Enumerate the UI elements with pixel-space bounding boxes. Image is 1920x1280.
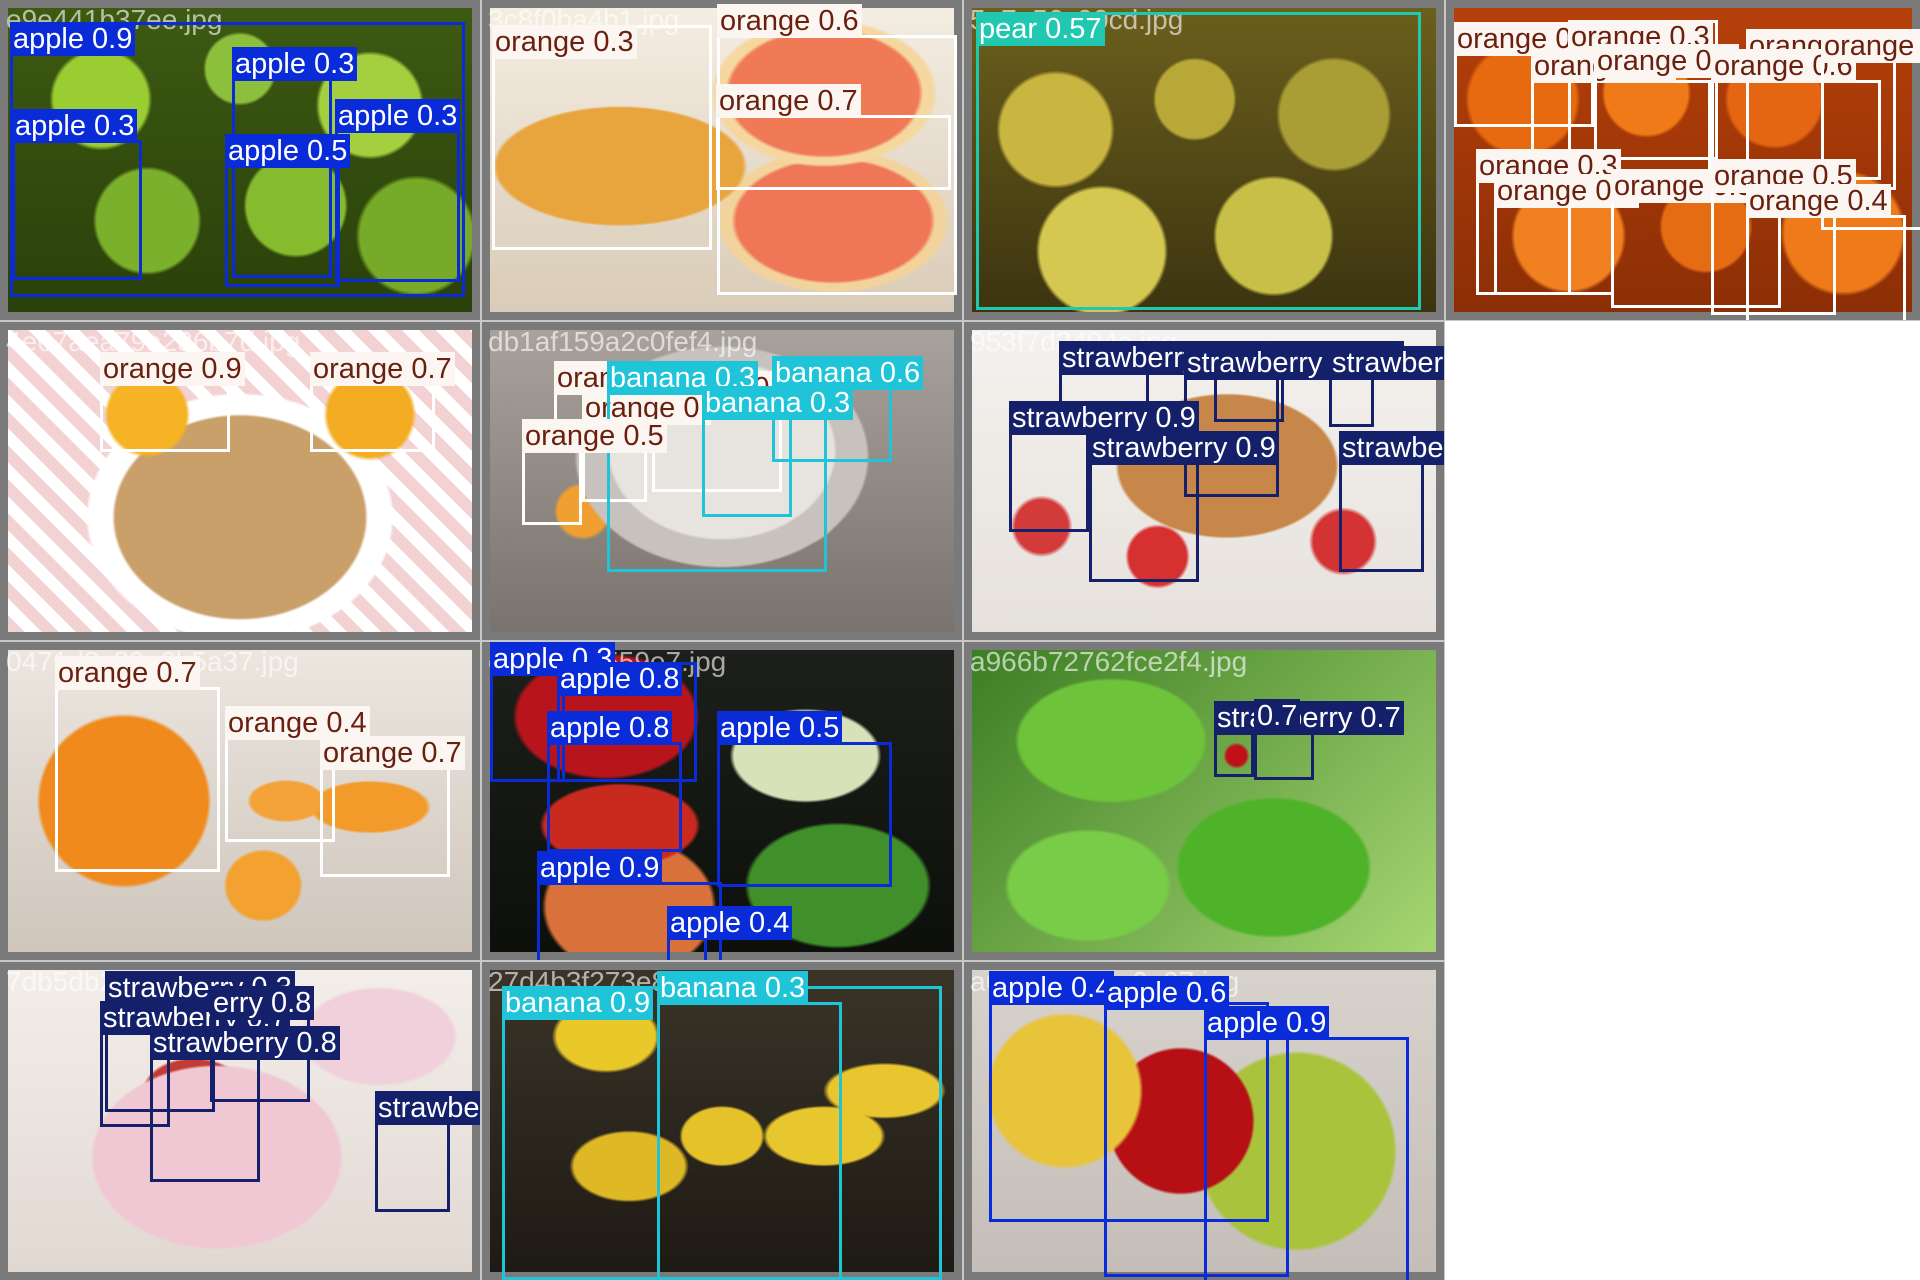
detection-label: apple 0.3 — [335, 99, 461, 133]
detection-box-apple: apple 0.8 — [547, 711, 682, 852]
tile-wild-strawberry: a966b72762fce2f4.jpg strawberry 0.7 0.7 — [963, 641, 1445, 961]
detection-label: orange 0.4 — [225, 706, 370, 740]
tile-grapefruit: 3c8f0ba4b1.jpg orange 0.3 orange 0.6 orange… — [481, 0, 963, 321]
detection-label: banana 0.3 — [657, 971, 809, 1005]
detection-label: strawberry 0.8 — [150, 1026, 340, 1060]
detection-box-orange: orange 0.4 — [225, 706, 370, 842]
photo-wild-strawberry — [972, 650, 1436, 952]
detection-label: orange 0.5 — [522, 419, 667, 453]
detection-box-pear: pear 0.57 — [976, 12, 1421, 310]
detection-label: banana 0.3 — [702, 386, 854, 420]
detection-box-strawberry: strawberry 0.9 — [1089, 431, 1279, 582]
detection-label: banana 0.9 — [502, 986, 654, 1020]
detection-label: 0.7 — [1254, 699, 1301, 733]
detection-box-orange: orange 0.7 — [320, 736, 465, 877]
tile-green-apples: e9e441b37ee.jpg apple 0.9 apple 0.3 apple 0… — [0, 0, 481, 321]
detection-box-orange: orange 0.3 — [492, 25, 712, 250]
detection-label: apple 0.4 — [989, 971, 1115, 1005]
detection-label: apple 0.9 — [537, 851, 663, 885]
tile-heart-apples: a6fa6e87c3a6a07.jpgapple 0.4apple 0.6app… — [963, 961, 1445, 1280]
detection-box-orange: orange 0.7 — [55, 656, 220, 872]
detection-label: apple 0.3 — [232, 47, 358, 81]
detection-label: apple 0.8 — [547, 711, 673, 745]
detection-label: orange 0.3 — [492, 25, 637, 59]
detection-label: apple 0.3 — [12, 109, 138, 143]
detection-box-apple: apple 0.9 — [1204, 1006, 1409, 1280]
detection-box-orange: orange 0.5 — [522, 419, 667, 525]
detection-box-strawberry: strawberry 0.8 — [150, 1026, 340, 1182]
detection-label: strawberry 0.9 — [1339, 431, 1444, 465]
tile-crumble: 4e67aea79a236b7d.jpg orange 0.9 orange 0.7 — [0, 321, 481, 641]
detection-box-strawberry: strawberry 0.9 — [1339, 431, 1444, 572]
detection-label: orange 0.7 — [320, 736, 465, 770]
tile-oranges-pile: orange 0.4orange 0.3orange 0.3orange 0.3… — [1445, 0, 1920, 321]
detection-label: pear 0.57 — [976, 12, 1105, 46]
detection-box-strawberry: strawberry 0.8 — [1329, 346, 1444, 427]
tile-pears: 5e7e56c90cd.jpgpear 0.57 — [963, 0, 1445, 321]
tile-yogurt-bowl: 7db5db2dc strawberry 0.3 strawberry 0.7 err… — [0, 961, 481, 1280]
detection-label: strawberry 0.9 — [1089, 431, 1279, 465]
detection-box-apple: apple 0.3 — [335, 99, 461, 282]
tile-orange-slices: 0471d3c89e6b5a37.jpgorange 0.7orange 0.4… — [0, 641, 481, 961]
detection-label: erry 0.8 — [210, 986, 315, 1020]
tile-french-toast: 953f7d2494c.jpgstrawberry 0.7strawberry … — [963, 321, 1445, 641]
detection-label: orange 0.7 — [716, 84, 861, 118]
detection-box-apple: apple 0.3 — [12, 109, 142, 280]
detection-box-orange: orange 0.4 — [1494, 174, 1639, 295]
detection-label: apple 0.5 — [717, 711, 843, 745]
detection-box-apple: apple 0.4 — [667, 906, 793, 960]
detection-label: orange 0.9 — [100, 352, 245, 386]
tile-bananas: 27d4b3f273e8022a.jpg banana 0.9 banana 0.3 — [481, 961, 963, 1280]
detection-box-strawberry: 0.7 — [1254, 699, 1314, 780]
detection-box-banana: banana 0.3 — [657, 971, 842, 1280]
detection-box-apple: apple 0.5 — [717, 711, 892, 887]
detection-box-orange: orange 0.7 — [716, 84, 951, 190]
detection-box-strawberry: strawberry 0.4 — [375, 1091, 480, 1212]
detection-label: strawberry 0.4 — [375, 1091, 480, 1125]
detection-box-orange: orange 0.4 — [1746, 184, 1906, 320]
detection-label: strawberry 0.9 — [1009, 401, 1199, 435]
detection-box-orange: orange 0.9 — [100, 352, 245, 452]
detection-box-strawberry: strawberry 0.7 — [1214, 701, 1404, 777]
detection-box-banana: banana 0.3 — [702, 386, 854, 517]
detection-mosaic: e9e441b37ee.jpg apple 0.9 apple 0.3 apple 0… — [0, 0, 1920, 1280]
detection-label: orange 0.4 — [1746, 184, 1891, 218]
detection-label: strawberry 0.8 — [1329, 346, 1444, 380]
detection-box-orange: orange 0.7 — [310, 352, 455, 452]
detection-label: apple 0.5 — [225, 134, 351, 168]
detection-label: apple 0.6 — [1104, 976, 1230, 1010]
detection-label: apple 0.8 — [557, 662, 683, 696]
detection-label: orange 0.7 — [55, 656, 200, 690]
detection-label: apple 0.9 — [1204, 1006, 1330, 1040]
detection-label: orange 0.7 — [310, 352, 455, 386]
tile-market: e1d5c3f0559e7.jpgapple 0.3apple 0.8apple… — [481, 641, 963, 961]
detection-box-apple: apple 0.5 — [225, 134, 351, 287]
detection-label: orange 0.6 — [717, 4, 862, 38]
detection-label: orange 0.6 — [1821, 29, 1920, 63]
tile-pot: db1af159a2c0fef4.jpgorange 0.5orange 0.3… — [481, 321, 963, 641]
detection-label: banana 0.6 — [772, 356, 924, 390]
tile-filename: db1af159a2c0fef4.jpg — [488, 326, 758, 357]
detection-label: apple 0.9 — [10, 22, 136, 56]
detection-label: apple 0.4 — [667, 906, 793, 940]
tile-filename: a966b72762fce2f4.jpg — [970, 646, 1248, 677]
detection-box-strawberry: strawberry 0.9 — [1009, 401, 1199, 532]
